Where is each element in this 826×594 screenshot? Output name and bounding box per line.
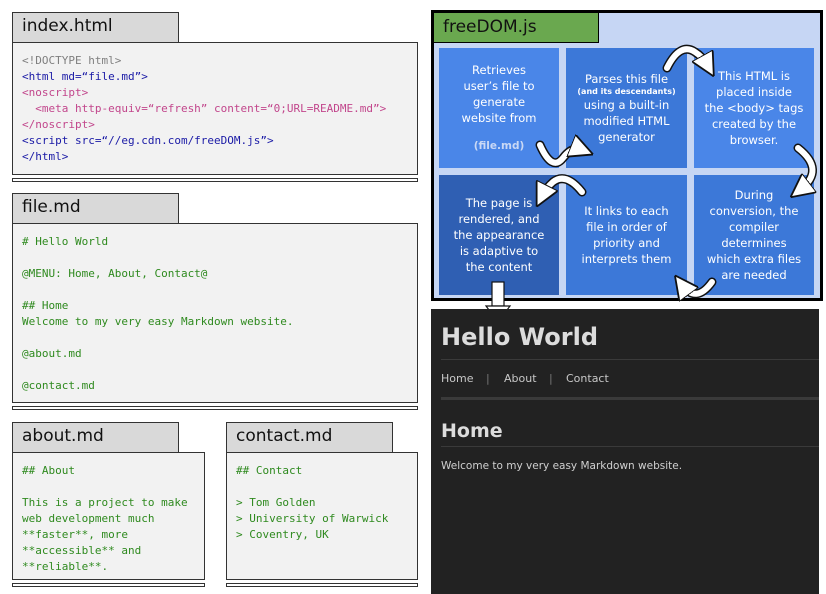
divider — [441, 359, 819, 360]
divider — [441, 397, 819, 400]
rendered-website: Hello World Home | About | Contact Home … — [431, 309, 819, 594]
section-body: Welcome to my very easy Markdown website… — [441, 460, 683, 472]
nav-separator: | — [549, 372, 553, 385]
nav-about[interactable]: About — [504, 372, 537, 385]
site-title: Hello World — [441, 323, 599, 351]
section-heading: Home — [441, 420, 503, 442]
nav-separator: | — [486, 372, 490, 385]
nav-contact[interactable]: Contact — [566, 372, 609, 385]
divider — [441, 446, 819, 447]
nav-home[interactable]: Home — [441, 372, 473, 385]
